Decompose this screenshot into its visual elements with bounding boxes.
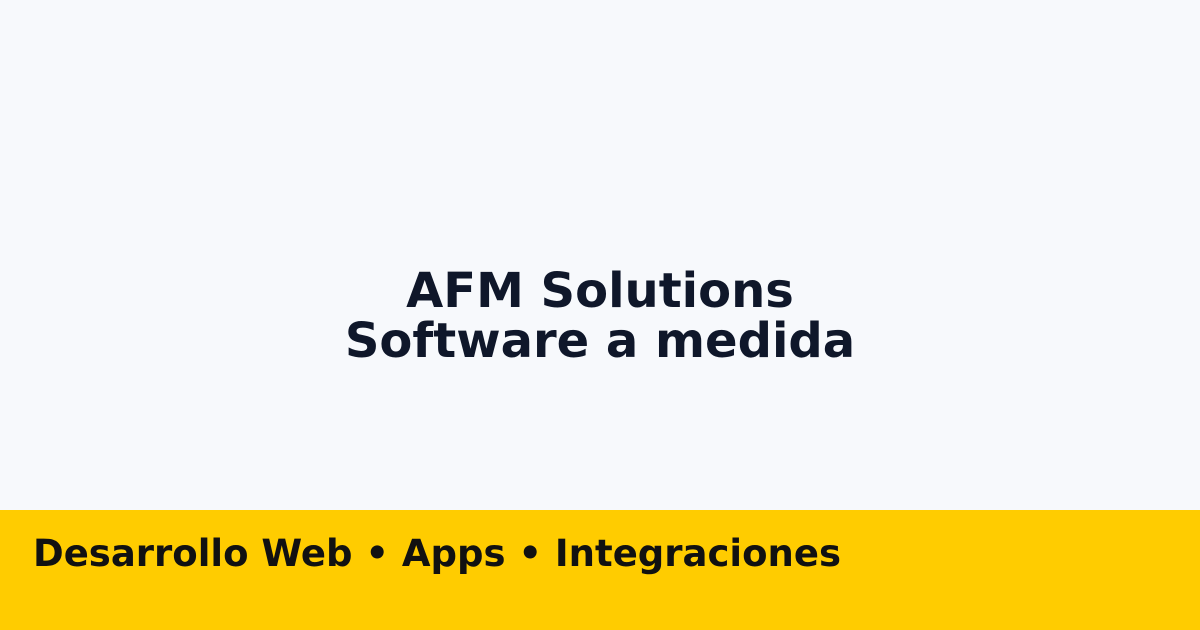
hero-heading: AFM Solutions Software a medida: [0, 266, 1200, 366]
hero-section: AFM Solutions Software a medida: [0, 0, 1200, 510]
tagline: Software a medida: [344, 313, 856, 369]
services-text: Desarrollo Web • Apps • Integraciones: [33, 532, 841, 575]
company-name: AFM Solutions: [406, 263, 794, 319]
social-card: AFM Solutions Software a medida Desarrol…: [0, 0, 1200, 630]
